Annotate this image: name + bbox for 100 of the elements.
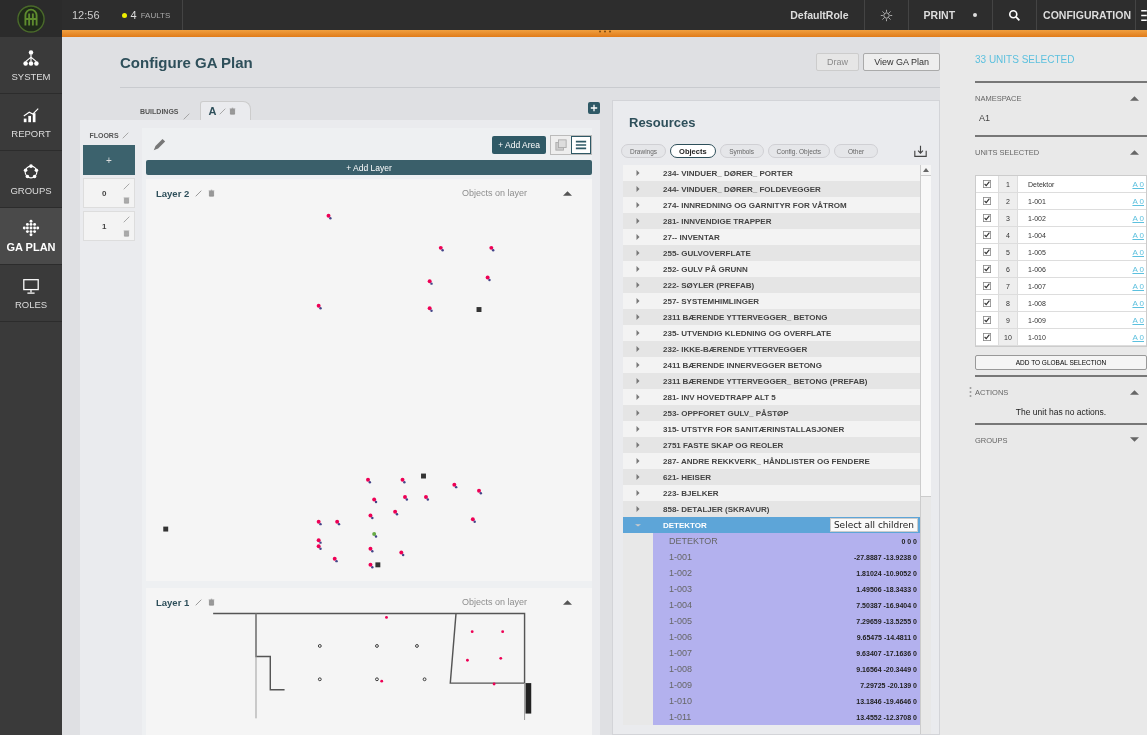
header-button[interactable]: View GA Plan [863,53,940,71]
nav-item[interactable]: ROLES [0,265,62,322]
checkbox[interactable] [983,333,991,341]
collapse-caret-icon[interactable] [1130,95,1139,101]
page-title: Configure GA Plan [120,53,254,71]
add-floor-button[interactable]: + [83,145,135,175]
resource-row[interactable]: 2311 BÆRENDE YTTERVEGGER_ BETONG [623,309,920,325]
caret-icon [635,506,641,512]
resource-row[interactable]: 315- UTSTYR FOR SANITÆRINSTALLASJONER [623,421,920,437]
resource-row[interactable]: 232- IKKE-BÆRENDE YTTERVEGGER [623,341,920,357]
resource-row[interactable]: 234- VINDUER_ DØRER_ PORTER [623,165,920,181]
resource-row[interactable]: 858- DETALJER (SKRAVUR) [623,501,920,517]
brightness-icon[interactable] [879,8,893,22]
checkbox[interactable] [983,282,991,290]
layer-name: Layer 1 [156,596,190,608]
download-icon[interactable] [914,144,927,158]
trash-icon[interactable] [208,598,216,606]
resource-row[interactable]: 235- UTVENDIG KLEDNING OG OVERFLATE [623,325,920,341]
caret-icon [635,362,641,368]
child-name: 1-009 [669,680,693,690]
scrollbar[interactable] [920,165,931,734]
resource-row[interactable]: 2751 FASTE SKAP OG REOLER [623,437,920,453]
checkbox[interactable] [983,197,991,205]
stacked-squares-icon [555,139,567,151]
add-area-button[interactable]: + Add Area [492,136,546,154]
search-icon[interactable] [1008,8,1022,22]
faults-label: FAULTS [140,10,171,20]
select-all-children-button[interactable]: Select all children [829,518,918,532]
pencil-icon[interactable] [195,598,203,606]
resource-row[interactable]: 281- INV HOVEDTRAPP ALT 5 [623,389,920,405]
nav-item[interactable]: REPORT [0,94,62,151]
checkbox[interactable] [983,316,991,324]
pencil-icon[interactable] [152,138,166,152]
caret-icon [635,426,641,432]
resource-row[interactable]: 244- VINDUER_ DØRER_ FOLDEVEGGER [623,181,920,197]
resource-row[interactable]: 287- ANDRE REKKVERK_ HÅNDLISTER OG FENDERE [623,453,920,469]
collapse-caret-icon[interactable] [563,599,572,605]
caret-icon [635,298,641,304]
checkbox[interactable] [983,299,991,307]
layer-name: Layer 2 [156,187,190,199]
checkbox[interactable] [983,214,991,222]
nav-item[interactable]: SYSTEM [0,37,62,94]
menu-icon[interactable] [1141,8,1147,22]
selection-count-title: 33 UNITS SELECTED [975,37,1147,83]
configuration-button[interactable]: CONFIGURATION [1043,9,1131,21]
resource-row[interactable]: DETEKTOR Select all children [623,517,920,533]
resource-row[interactable]: 621- HEISER [623,469,920,485]
expand-caret-icon[interactable] [1130,437,1139,443]
objects-on-layer-label: Objects on layer [461,597,527,607]
pencil-icon[interactable] [195,189,203,197]
resources-title: Resources [629,115,697,130]
checkbox[interactable] [983,180,991,188]
trash-icon[interactable] [229,107,237,115]
no-actions-message: The unit has no actions. [1014,407,1108,419]
caret-icon [635,250,641,256]
checkbox[interactable] [983,231,991,239]
print-status-icon [973,13,978,17]
nav-item[interactable]: GA PLAN [0,208,62,265]
collapse-caret-icon[interactable] [1130,149,1139,155]
child-name: 1-007 [669,648,693,658]
add-building-button[interactable] [588,102,600,114]
resource-row[interactable]: 222- SØYLER (PREFAB) [623,277,920,293]
child-name: 1-008 [669,664,693,674]
child-name: 1-003 [669,584,693,594]
resource-row[interactable]: 2411 BÆRENDE INNERVEGGER BETONG [623,357,920,373]
hierarchy-icon [22,48,40,67]
child-name: 1-001 [669,552,693,562]
clock-time: 12:56 [71,9,101,21]
building-tab[interactable]: A [199,101,252,120]
checkbox[interactable] [983,248,991,256]
caret-icon [635,458,641,464]
caret-icon [635,314,641,320]
resource-row[interactable]: 2311 BÆRENDE YTTERVEGGER_ BETONG (PREFAB) [623,373,920,389]
collapse-caret-icon[interactable] [1130,389,1139,395]
caret-icon [635,282,641,288]
resource-row[interactable]: 255- GULVOVERFLATE [623,245,920,261]
list-view-button[interactable] [571,136,591,154]
role-label[interactable]: DefaultRole [775,0,864,30]
caret-icon [635,186,641,192]
logo-icon [17,4,45,33]
print-button[interactable]: PRINT [923,9,956,21]
collapse-caret-icon[interactable] [563,190,572,196]
resource-row[interactable]: 253- OPPFORET GULV_ PÅSTØP [623,405,920,421]
fault-count[interactable]: 4 [130,9,137,21]
drag-handle-icon[interactable] [597,30,612,33]
resource-row[interactable]: 281- INNVENDIGE TRAPPER [623,213,920,229]
resource-row[interactable]: 274- INNREDNING OG GARNITYR FOR VÅTROM [623,197,920,213]
checkbox[interactable] [983,265,991,273]
caret-icon [635,394,641,400]
resource-row[interactable]: 257- SYSTEMHIMLINGER [623,293,920,309]
add-layer-button[interactable]: + Add Layer [146,160,592,175]
resource-row[interactable]: 252- GULV PÅ GRUNN [623,261,920,277]
caret-icon [635,490,641,496]
trash-icon[interactable] [208,189,216,197]
child-name: 1-011 [669,712,692,722]
bar-chart-icon [22,105,40,124]
drag-handle-icon[interactable] [969,386,972,398]
resource-row[interactable]: 27-- INVENTAR [623,229,920,245]
resource-row[interactable]: 223- BJELKER [623,485,920,501]
monitor-icon [22,276,40,295]
